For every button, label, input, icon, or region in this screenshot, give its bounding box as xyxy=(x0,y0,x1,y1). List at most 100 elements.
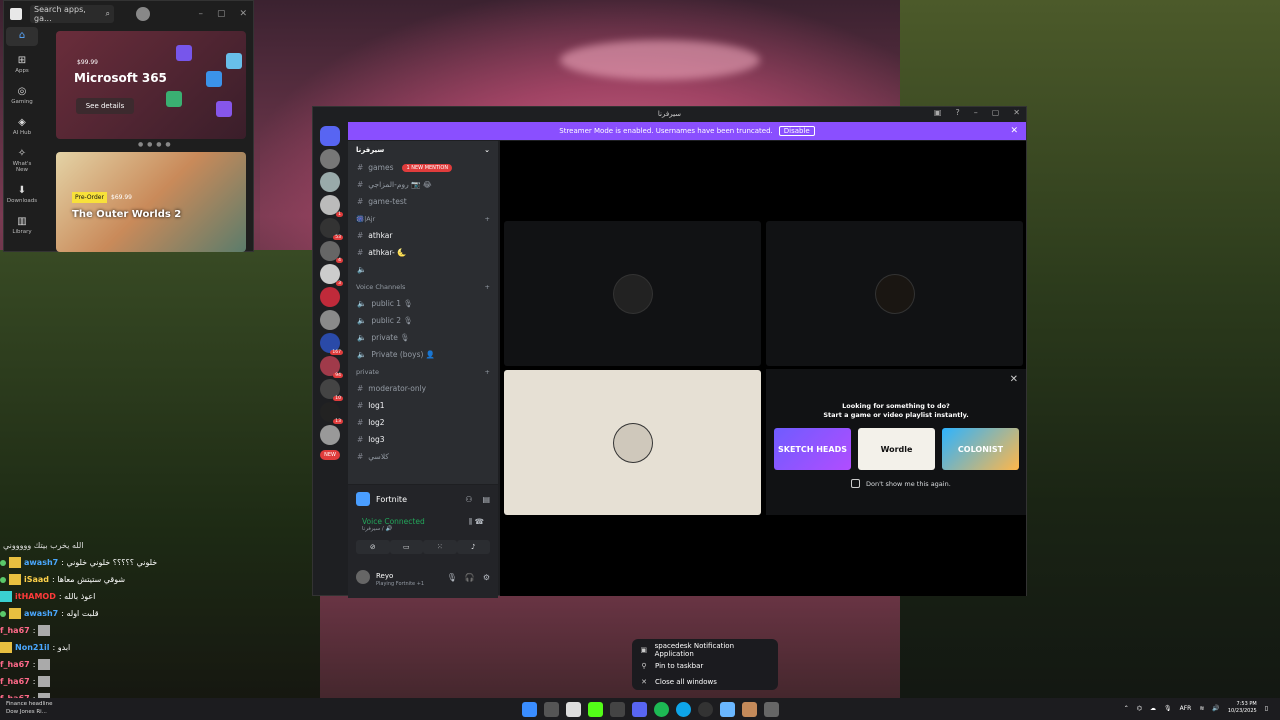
new-mention-pill[interactable]: 1 NEW MENTION xyxy=(402,163,453,172)
xbox-nav-ai-hub[interactable]: ◈ AI Hub xyxy=(6,114,38,139)
server-icon[interactable] xyxy=(320,287,340,307)
xbox-nav-gaming[interactable]: ◎ Gaming xyxy=(6,83,38,108)
channel-public-1[interactable]: 🔈 public 1 🎙 xyxy=(348,295,498,312)
channel-athkar[interactable]: # athkar xyxy=(348,227,498,244)
start-icon[interactable] xyxy=(522,702,537,717)
video-tile[interactable] xyxy=(504,221,761,366)
video-tile[interactable] xyxy=(766,221,1023,366)
help-icon[interactable]: ? xyxy=(955,108,959,117)
signal-icon[interactable]: ⫼ xyxy=(469,517,472,526)
volume-icon[interactable]: 🔊 xyxy=(1212,705,1219,712)
screen-share-button[interactable]: ▭ xyxy=(389,540,423,554)
channel-game-test[interactable]: # game-test xyxy=(348,193,498,210)
server-icon[interactable]: 10 xyxy=(320,379,343,401)
media-icon[interactable] xyxy=(610,702,625,717)
language-indicator[interactable]: AFR xyxy=(1180,705,1192,712)
xbox-nav-home[interactable]: ⌂ xyxy=(6,27,38,46)
minimize-icon[interactable]: – xyxy=(974,108,978,117)
dont-show-again[interactable]: Don't show me this again. xyxy=(851,479,951,488)
inbox-icon[interactable]: ▣ xyxy=(934,108,942,117)
channel-moderator-only[interactable]: # moderator-only xyxy=(348,380,498,397)
task-view-icon[interactable] xyxy=(544,702,559,717)
checkbox[interactable] xyxy=(851,479,860,488)
activity-card-sketch-heads[interactable]: SKETCH HEADS xyxy=(774,428,851,470)
user-panel[interactable]: Reyo Playing Fortnite +1 🎙 🎧 ⚙ xyxy=(348,564,498,590)
xbox-search-input[interactable]: Search apps, ga... ⌕ xyxy=(30,5,114,23)
server-icon[interactable]: 167 xyxy=(320,333,343,355)
xbox-nav-whats-new[interactable]: ✧ What's New xyxy=(6,145,38,176)
channel-games[interactable]: # games 1 NEW MENTION xyxy=(348,159,498,176)
voice-connected-row[interactable]: Voice Connected سيرفرنا / 🔊 ⫼ ☎ xyxy=(348,513,498,536)
channel-log1[interactable]: # log1 xyxy=(348,397,498,414)
menu-item-spacedesk[interactable]: ▣ spacedesk Notification Application xyxy=(640,642,770,658)
microphone-icon[interactable]: 🎙 xyxy=(1164,705,1172,712)
xbox-nav-library[interactable]: ▥ Library xyxy=(6,213,38,238)
soundboard-button[interactable]: ♪ xyxy=(456,540,490,554)
channel-public-2[interactable]: 🔈 public 2 🎙 xyxy=(348,312,498,329)
xbox-nav-downloads[interactable]: ⬇ Downloads xyxy=(6,182,38,207)
channel-private-boys[interactable]: 🔈 Private (boys) 👤 xyxy=(348,346,498,363)
app-icon[interactable] xyxy=(764,702,779,717)
channel-room[interactable]: # روم-المزاجي 📷 😂 xyxy=(348,176,498,193)
spotify-icon[interactable] xyxy=(654,702,669,717)
screen-icon[interactable]: ▤ xyxy=(482,495,490,504)
plus-icon[interactable]: + xyxy=(485,368,490,376)
activities-button[interactable]: ⁙ xyxy=(423,540,457,554)
menu-item-pin-to-taskbar[interactable]: ⚲ Pin to taskbar xyxy=(640,658,770,674)
disconnect-icon[interactable]: ☎ xyxy=(475,517,484,526)
see-details-button[interactable]: See details xyxy=(76,98,134,114)
channel-log3[interactable]: # log3 xyxy=(348,431,498,448)
edge-icon[interactable] xyxy=(676,702,691,717)
featured-card-microsoft-365[interactable]: $99.99 Microsoft 365 See details xyxy=(56,31,246,139)
server-icon[interactable]: 1 xyxy=(320,195,343,217)
wifi-icon[interactable]: ≋ xyxy=(1199,705,1204,712)
disable-streamer-button[interactable]: Disable xyxy=(778,126,815,136)
maximize-icon[interactable]: ▢ xyxy=(992,108,1000,117)
server-icon[interactable]: 4 xyxy=(320,241,343,263)
carousel-dots[interactable]: ● ● ● ● xyxy=(138,141,172,148)
guild-header[interactable]: سيرفرنا ⌄ xyxy=(348,141,498,159)
server-icon[interactable] xyxy=(320,172,340,192)
server-icon[interactable]: 13 xyxy=(320,402,343,424)
server-icon[interactable] xyxy=(320,149,340,169)
close-icon[interactable]: ✕ xyxy=(1010,126,1018,136)
store-icon[interactable] xyxy=(566,702,581,717)
channel-voice-unnamed[interactable]: 🔈 xyxy=(348,261,498,278)
minimize-icon[interactable]: – xyxy=(198,9,203,19)
plus-icon[interactable]: + xyxy=(485,215,490,223)
featured-card-outer-worlds-2[interactable]: Pre-Order $69.99 The Outer Worlds 2 xyxy=(56,152,246,252)
news-widget[interactable]: Finance headline Dow Jones Ri... xyxy=(6,700,52,716)
server-icon[interactable] xyxy=(320,310,340,330)
category-voice-channels[interactable]: Voice Channels + xyxy=(348,278,498,295)
clock[interactable]: 7:53 PM 10/23/2025 xyxy=(1228,701,1257,715)
people-icon[interactable]: ⚇ xyxy=(465,495,472,504)
notification-icon[interactable]: ▯ xyxy=(1265,705,1268,712)
close-icon[interactable]: ✕ xyxy=(1010,374,1018,385)
github-icon[interactable] xyxy=(698,702,713,717)
activity-row[interactable]: Fortnite ⚇ ▤ xyxy=(348,485,498,513)
server-icon[interactable] xyxy=(320,425,340,445)
menu-item-close-all-windows[interactable]: ✕ Close all windows xyxy=(640,674,770,690)
discord-icon[interactable] xyxy=(632,702,647,717)
network-icon[interactable]: ⌬ xyxy=(1137,705,1142,712)
activity-card-wordle[interactable]: Wordle xyxy=(858,428,935,470)
new-servers-pill[interactable]: NEW xyxy=(320,450,340,460)
chevron-up-icon[interactable]: ⌃ xyxy=(1124,705,1129,712)
close-icon[interactable]: ✕ xyxy=(239,9,247,19)
channel-classy[interactable]: # كلاسي xyxy=(348,448,498,465)
server-icon[interactable]: 3 xyxy=(320,264,343,286)
channel-log2[interactable]: # log2 xyxy=(348,414,498,431)
video-tile[interactable] xyxy=(504,370,761,515)
maximize-icon[interactable]: ▢ xyxy=(217,9,226,19)
server-icon[interactable]: 53 xyxy=(320,218,343,240)
headphones-icon[interactable]: 🎧 xyxy=(465,573,475,582)
server-icon[interactable]: 94 xyxy=(320,356,343,378)
discord-home-icon[interactable] xyxy=(320,126,340,146)
app-icon[interactable] xyxy=(742,702,757,717)
close-icon[interactable]: ✕ xyxy=(1013,108,1020,117)
xbox-avatar[interactable] xyxy=(136,7,150,21)
category-private[interactable]: private + xyxy=(348,363,498,380)
gear-icon[interactable]: ⚙ xyxy=(483,573,490,582)
activity-card-colonist[interactable]: COLONIST xyxy=(942,428,1019,470)
avatar[interactable] xyxy=(356,570,370,584)
